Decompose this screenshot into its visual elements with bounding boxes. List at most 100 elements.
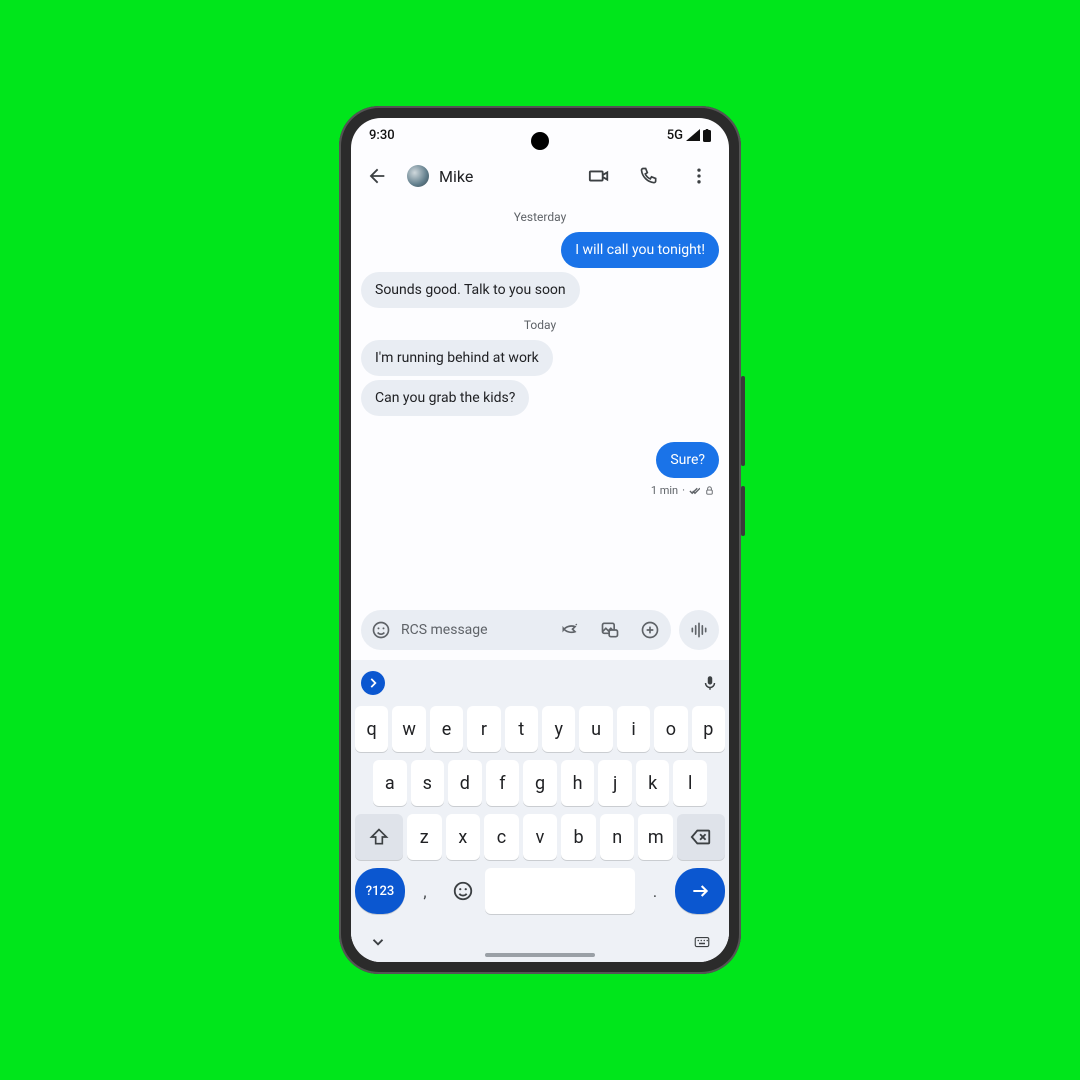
key-s[interactable]: s [411,760,445,806]
keyboard-expand-button[interactable] [361,671,385,695]
keyboard-row-1: qwertyuiop [355,706,725,752]
magic-compose-button[interactable] [555,620,585,640]
contact-name[interactable]: Mike [439,167,473,186]
symbols-key[interactable]: ?123 [355,868,405,914]
message-status: 1 min · [361,482,719,503]
key-b[interactable]: b [561,814,596,860]
message-outgoing[interactable]: Sure? [361,442,719,478]
message-bubble: I'm running behind at work [361,340,553,376]
power-button [741,486,745,536]
message-composer: RCS message [351,602,729,660]
keyboard-row-2: asdfghjkl [355,760,725,806]
volume-button [741,376,745,466]
keyboard-settings-button[interactable] [693,933,711,951]
gesture-nav-handle[interactable] [485,953,595,957]
delivered-icon [689,485,700,496]
key-q[interactable]: q [355,706,388,752]
key-v[interactable]: v [523,814,558,860]
emoji-icon [452,880,474,902]
shift-icon [369,827,389,847]
key-y[interactable]: y [542,706,575,752]
message-incoming[interactable]: Can you grab the kids? [361,380,719,416]
clock: 9:30 [369,128,395,143]
key-o[interactable]: o [654,706,687,752]
backspace-key[interactable] [677,814,725,860]
key-h[interactable]: h [561,760,595,806]
key-p[interactable]: p [692,706,725,752]
battery-icon [703,129,711,142]
key-n[interactable]: n [600,814,635,860]
message-bubble: I will call you tonight! [561,232,719,268]
phone-icon [639,166,659,186]
phone-frame: 9:30 5G Mike [339,106,741,974]
collapse-keyboard-button[interactable] [369,933,387,951]
mic-icon [701,674,719,692]
signal-icon [686,129,700,141]
key-u[interactable]: u [579,706,612,752]
message-incoming[interactable]: I'm running behind at work [361,340,719,376]
screen: 9:30 5G Mike [351,118,729,962]
keyboard-row-3: zxcvbnm [355,814,725,860]
message-timestamp: 1 min [651,484,678,497]
key-e[interactable]: e [430,706,463,752]
conversation-list[interactable]: Yesterday I will call you tonight! Sound… [351,200,729,602]
key-f[interactable]: f [486,760,520,806]
voice-message-button[interactable] [679,610,719,650]
video-icon [588,165,610,187]
message-bubble: Sure? [656,442,719,478]
overflow-menu-button[interactable] [679,156,719,196]
emoji-picker-icon[interactable] [371,620,391,640]
gallery-button[interactable] [595,620,625,640]
message-bubble: Sounds good. Talk to you soon [361,272,580,308]
add-attachment-button[interactable] [635,620,665,640]
date-divider: Today [361,318,719,332]
message-incoming[interactable]: Sounds good. Talk to you soon [361,272,719,308]
back-button[interactable] [357,156,397,196]
arrow-left-icon [366,165,388,187]
network-label: 5G [667,128,683,143]
enter-key[interactable] [675,868,725,914]
gallery-icon [600,620,620,640]
emoji-key[interactable] [445,868,481,914]
key-c[interactable]: c [484,814,519,860]
key-j[interactable]: j [598,760,632,806]
magic-icon [560,620,580,640]
key-r[interactable]: r [467,706,500,752]
video-call-button[interactable] [579,156,619,196]
on-screen-keyboard: qwertyuiop asdfghjkl zxcvbnm ?123 , [351,660,729,962]
key-a[interactable]: a [373,760,407,806]
plus-circle-icon [640,620,660,640]
compose-placeholder: RCS message [401,622,545,638]
space-key[interactable] [485,868,635,914]
lock-icon [704,485,715,496]
key-g[interactable]: g [523,760,557,806]
more-vert-icon [689,166,709,186]
app-bar: Mike [351,152,729,200]
key-l[interactable]: l [673,760,707,806]
message-outgoing[interactable]: I will call you tonight! [361,232,719,268]
key-t[interactable]: t [505,706,538,752]
date-divider: Yesterday [361,210,719,224]
period-key[interactable]: . [639,868,671,914]
waveform-icon [689,620,709,640]
compose-input-pill[interactable]: RCS message [361,610,671,650]
message-bubble: Can you grab the kids? [361,380,529,416]
chevron-right-icon [366,676,380,690]
front-camera [531,132,549,150]
key-z[interactable]: z [407,814,442,860]
key-k[interactable]: k [636,760,670,806]
comma-key[interactable]: , [409,868,441,914]
key-w[interactable]: w [392,706,425,752]
key-m[interactable]: m [638,814,673,860]
voice-call-button[interactable] [629,156,669,196]
key-x[interactable]: x [446,814,481,860]
keyboard-toolbar [351,666,729,700]
keyboard-row-4: ?123 , . [355,868,725,914]
key-d[interactable]: d [448,760,482,806]
contact-avatar[interactable] [407,165,429,187]
shift-key[interactable] [355,814,403,860]
voice-typing-button[interactable] [701,674,719,692]
arrow-right-icon [690,881,710,901]
backspace-icon [690,826,712,848]
key-i[interactable]: i [617,706,650,752]
